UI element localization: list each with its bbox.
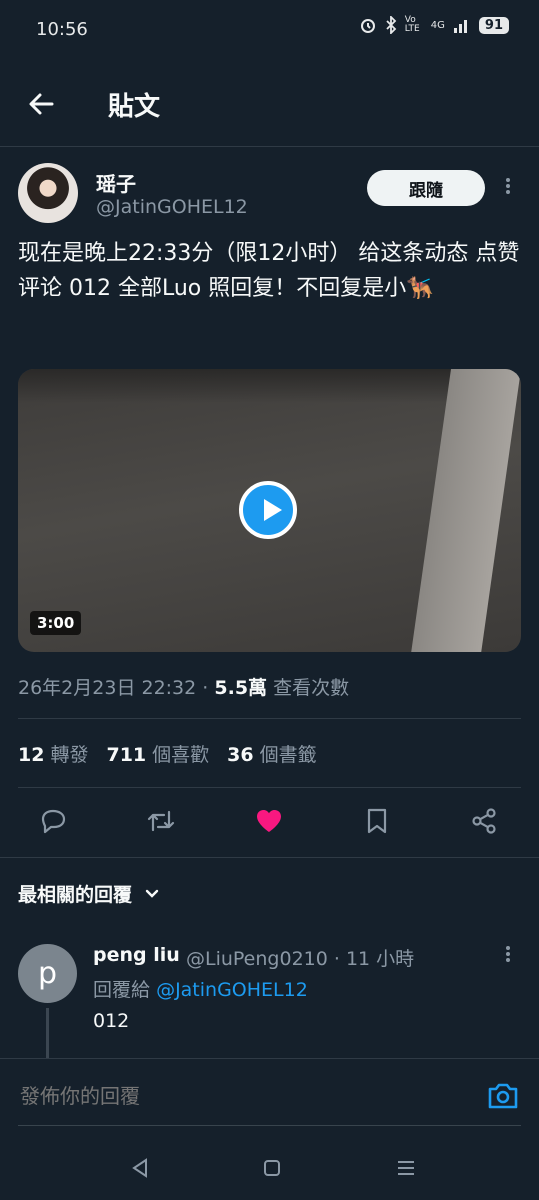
author-handle[interactable]: @JatinGOHEL12 [96, 196, 248, 218]
top-app-bar: 貼文 [0, 62, 539, 147]
play-icon[interactable] [239, 481, 297, 539]
share-icon[interactable] [469, 806, 499, 836]
reply-handle-time: @LiuPeng0210 · 11 小時 [186, 948, 415, 970]
reply-more-options-icon[interactable] [498, 944, 518, 968]
nav-back-icon[interactable] [126, 1154, 154, 1182]
replies-sort-dropdown[interactable]: 最相關的回覆 [18, 880, 160, 907]
reply-composer [0, 1058, 539, 1139]
follow-button[interactable]: 跟隨 [367, 170, 485, 206]
camera-icon[interactable] [486, 1081, 520, 1111]
reply-avatar[interactable]: p [18, 944, 77, 1003]
divider [18, 787, 521, 788]
status-bar: 10:56 Vo LTE 4G 91 [0, 0, 539, 62]
chevron-down-icon [145, 889, 159, 898]
status-time: 10:56 [36, 19, 88, 40]
retweet-icon[interactable] [146, 806, 176, 836]
video-player[interactable]: 3:00 [18, 369, 521, 652]
reply-author-name[interactable]: peng liu [93, 944, 180, 966]
battery-indicator: 91 [478, 16, 509, 34]
thread-line [46, 1008, 49, 1060]
divider [0, 857, 539, 858]
engagement-stats: 12 轉發 711 個喜歡 36 個書籤 [18, 740, 317, 767]
views-label: 查看次數 [273, 677, 350, 699]
replying-to-handle-link[interactable]: @JatinGOHEL12 [156, 979, 308, 1001]
reply-icon[interactable] [39, 806, 69, 836]
replies-sort-label: 最相關的回覆 [18, 884, 133, 906]
likes-stat[interactable]: 711 個喜歡 [106, 740, 209, 767]
reply-input[interactable] [18, 1085, 462, 1110]
divider [18, 718, 521, 719]
back-arrow-icon[interactable] [24, 86, 60, 122]
nav-recents-icon[interactable] [392, 1154, 420, 1182]
post-meta: 26年2月23日 22:32 · 5.5萬 查看次數 [18, 673, 349, 700]
bookmarks-stat[interactable]: 36 個書籤 [227, 740, 316, 767]
signal-icon [453, 20, 467, 33]
video-frame-wall [411, 369, 521, 652]
reply-text: 012 [93, 1010, 130, 1032]
nav-home-icon[interactable] [258, 1154, 286, 1182]
reposts-stat[interactable]: 12 轉發 [18, 740, 88, 767]
system-nav-bar [0, 1138, 539, 1200]
action-bar [0, 800, 539, 844]
reply-input-underline [18, 1125, 521, 1126]
author-avatar[interactable] [18, 163, 78, 223]
bluetooth-icon [386, 16, 397, 34]
status-icons: Vo LTE 4G 91 [359, 16, 509, 34]
alarm-icon [360, 19, 375, 33]
like-icon-filled[interactable] [254, 806, 284, 836]
page-title: 貼文 [108, 92, 161, 122]
post-timestamp: 26年2月23日 22:32 [18, 677, 197, 699]
bookmark-icon[interactable] [362, 806, 392, 836]
more-options-icon[interactable] [498, 176, 518, 200]
author-name[interactable]: 瑶子 [96, 168, 136, 197]
post-text: 现在是晚上22:33分（限12小时） 给这条动态 点赞评论 012 全部Luo … [18, 241, 520, 301]
volte-indicator: Vo LTE [404, 15, 420, 34]
network-indicator: 4G [430, 19, 445, 31]
views-count: 5.5萬 [214, 677, 268, 699]
replying-to: 回覆給 @JatinGOHEL12 [93, 979, 308, 1001]
video-duration: 3:00 [30, 611, 82, 635]
video-frame-shadow [18, 369, 498, 403]
meta-separator: · [202, 677, 209, 699]
